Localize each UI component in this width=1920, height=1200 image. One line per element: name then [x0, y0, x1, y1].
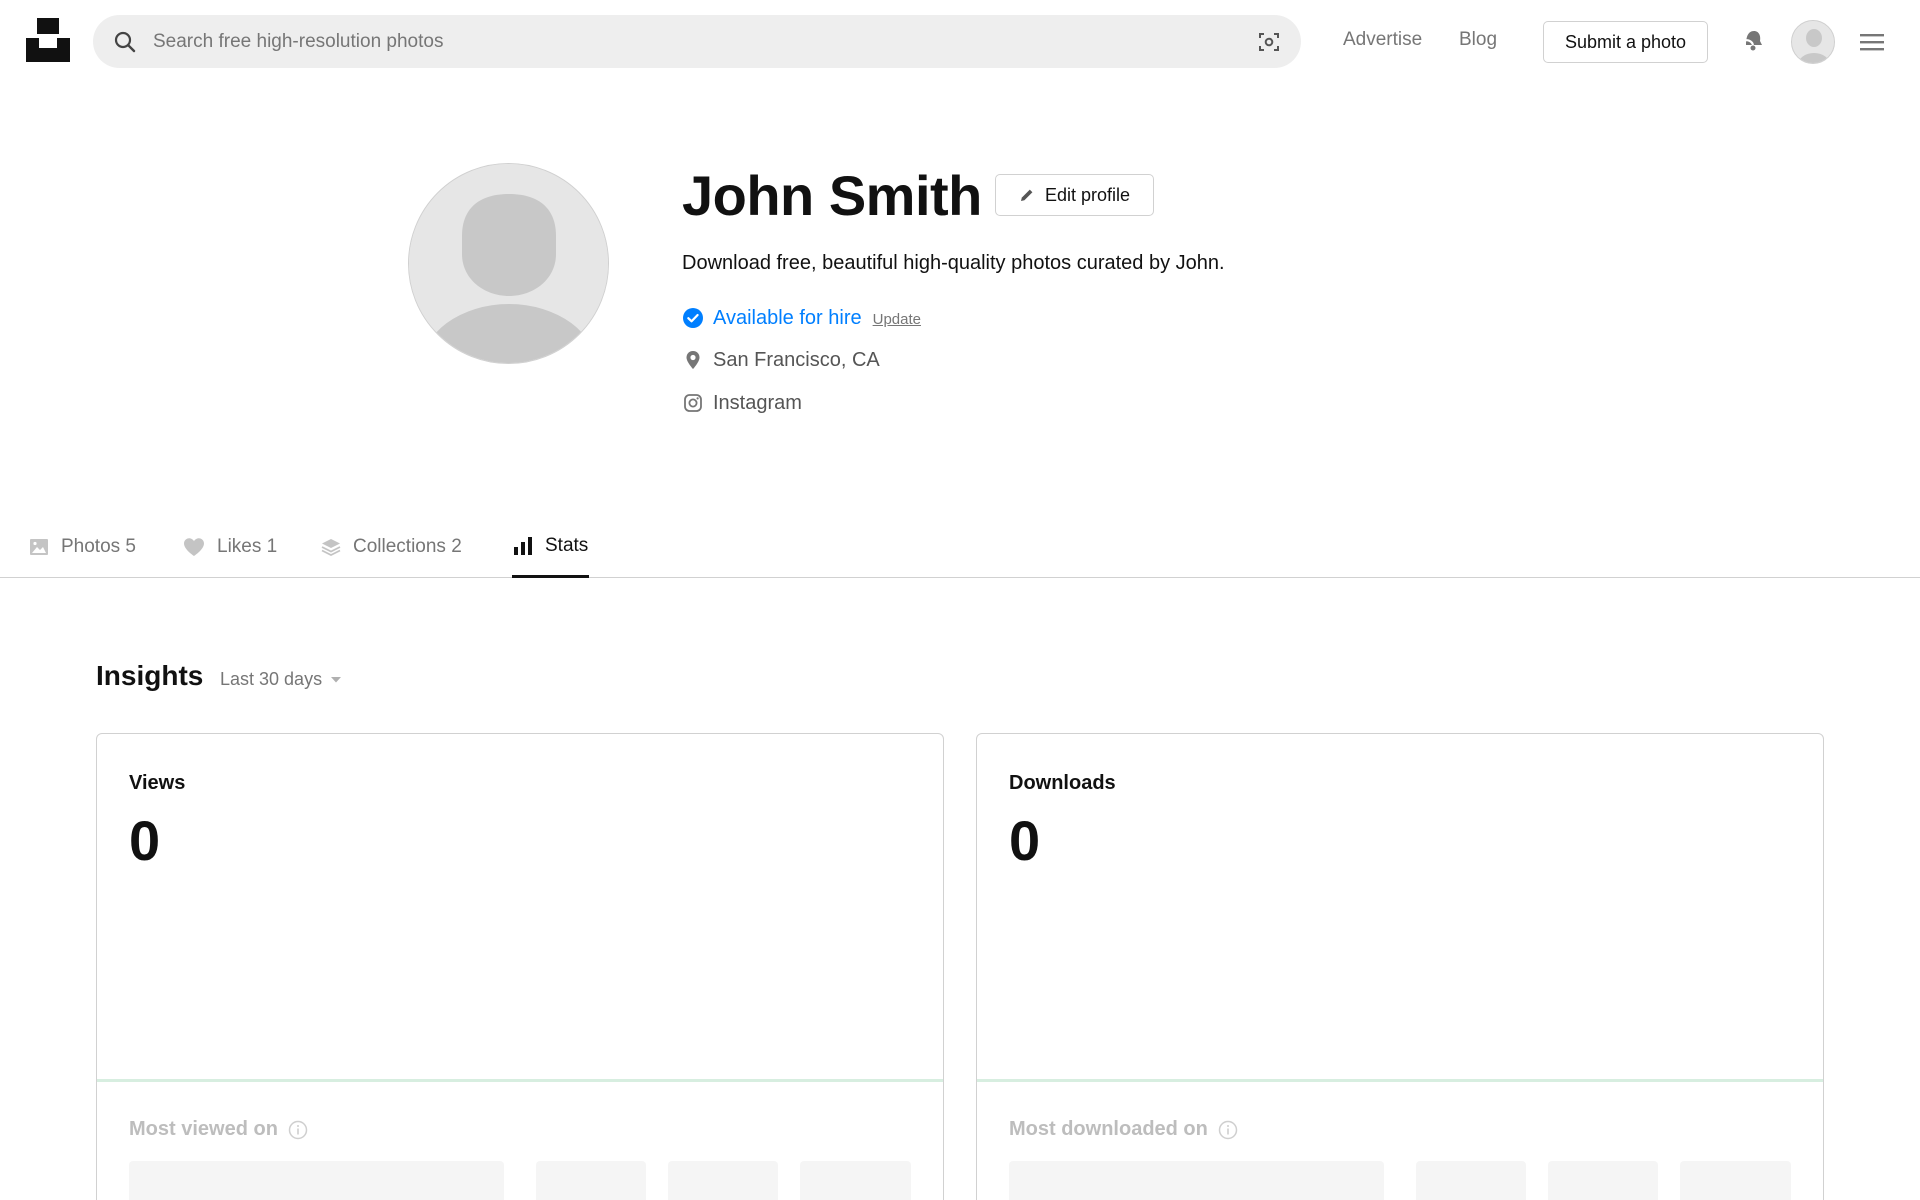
tab-collections[interactable]: Collections 2 — [320, 516, 462, 578]
tab-likes[interactable]: Likes 1 — [182, 516, 277, 578]
location-row: San Francisco, CA — [682, 347, 880, 373]
views-label: Views — [129, 772, 186, 794]
avatar-silhouette-icon — [1792, 21, 1834, 63]
social-row: Instagram — [682, 390, 802, 416]
edit-profile-label: Edit profile — [1044, 184, 1131, 205]
loading-placeholder — [1009, 1161, 1384, 1200]
loading-placeholder — [129, 1161, 504, 1200]
profile-name: John Smith — [682, 164, 982, 227]
profile-bio: Download free, beautiful high-quality ph… — [682, 252, 1225, 274]
downloads-chart-baseline — [977, 1079, 1823, 1082]
views-card: Views 0 Most viewed on — [96, 733, 944, 1200]
nav-link-advertise[interactable]: Advertise — [1343, 29, 1422, 51]
insights-title: Insights — [96, 660, 204, 691]
submit-photo-button[interactable]: Submit a photo — [1543, 21, 1708, 63]
loading-placeholder — [800, 1161, 911, 1200]
image-icon — [30, 539, 48, 555]
tab-collections-label: Collections 2 — [353, 536, 462, 557]
location-text: San Francisco, CA — [713, 348, 880, 371]
date-range-label: Last 30 days — [220, 669, 323, 689]
hire-status-row: Available for hire Update — [682, 305, 921, 331]
most-viewed-label: Most viewed on — [129, 1118, 278, 1140]
date-range-dropdown[interactable]: Last 30 days — [220, 669, 342, 690]
heart-icon — [184, 538, 204, 556]
downloads-value: 0 — [1009, 809, 1041, 872]
visual-search-icon[interactable] — [1257, 30, 1281, 54]
instagram-icon — [682, 392, 704, 414]
unsplash-logo-icon[interactable] — [26, 18, 70, 62]
top-header: Advertise Blog Submit a photo — [0, 0, 1920, 83]
downloads-card: Downloads 0 Most downloaded on — [976, 733, 1824, 1200]
user-avatar[interactable] — [1791, 20, 1835, 64]
collections-stack-icon — [321, 539, 341, 557]
most-downloaded-label: Most downloaded on — [1009, 1118, 1208, 1140]
profile-avatar — [408, 163, 609, 364]
search-input[interactable] — [153, 15, 1213, 68]
verified-check-icon — [682, 307, 704, 329]
views-chart-baseline — [97, 1079, 943, 1082]
search-bar — [93, 15, 1301, 68]
tab-stats[interactable]: Stats — [512, 516, 590, 578]
search-icon[interactable] — [113, 30, 137, 54]
tab-photos[interactable]: Photos 5 — [28, 516, 136, 578]
loading-placeholder — [1548, 1161, 1658, 1200]
pencil-icon — [1020, 189, 1033, 201]
tab-stats-label: Stats — [545, 534, 589, 556]
loading-placeholder — [668, 1161, 778, 1200]
location-pin-icon — [682, 349, 704, 371]
info-icon[interactable] — [1218, 1120, 1238, 1140]
info-icon[interactable] — [288, 1120, 308, 1140]
update-hire-link[interactable]: Update — [873, 311, 921, 328]
tab-likes-label: Likes 1 — [217, 536, 278, 557]
tab-photos-label: Photos 5 — [61, 536, 136, 557]
avatar-silhouette-icon — [409, 164, 608, 363]
profile-tabs: Photos 5 Likes 1 Collections 2 Stats — [0, 516, 1920, 578]
loading-placeholder — [536, 1161, 646, 1200]
loading-placeholder — [1680, 1161, 1791, 1200]
edit-profile-button[interactable]: Edit profile — [995, 174, 1154, 216]
nav-link-blog[interactable]: Blog — [1459, 29, 1497, 51]
caret-down-icon — [331, 676, 342, 682]
notification-bell-icon[interactable] — [1738, 25, 1768, 55]
loading-placeholder — [1416, 1161, 1526, 1200]
bar-chart-icon — [514, 536, 532, 555]
most-viewed-heading: Most viewed on — [129, 1118, 308, 1141]
instagram-link[interactable]: Instagram — [713, 392, 802, 415]
hamburger-menu-icon[interactable] — [1858, 32, 1886, 52]
most-downloaded-heading: Most downloaded on — [1009, 1118, 1238, 1141]
downloads-label: Downloads — [1009, 772, 1116, 794]
hire-status-text: Available for hire — [713, 306, 862, 329]
views-value: 0 — [129, 809, 161, 872]
